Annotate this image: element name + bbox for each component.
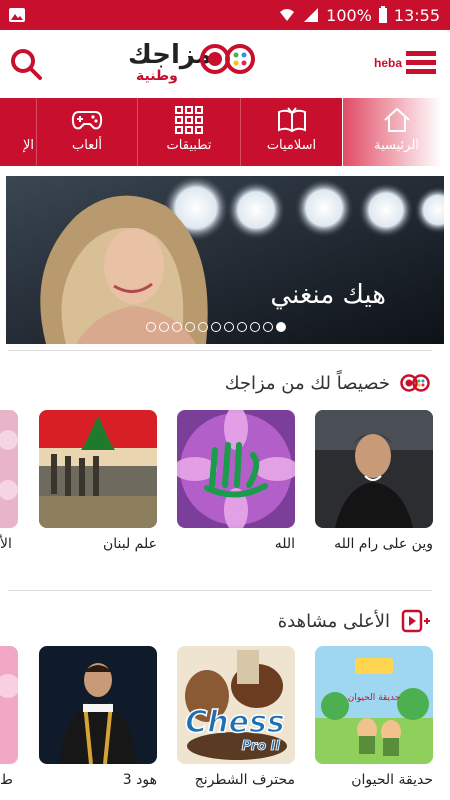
mazajak-logo-icon bbox=[200, 44, 255, 74]
hamburger-menu-icon[interactable] bbox=[406, 50, 436, 76]
card-title: ط bbox=[0, 772, 13, 788]
banner-caption: هيك منغني bbox=[270, 280, 386, 310]
category-nav: الرئيسية اسلاميات تطبيقات ألعاب الإ bbox=[0, 98, 450, 166]
battery-icon bbox=[378, 6, 387, 23]
banner-dot[interactable] bbox=[146, 322, 156, 332]
banner-dot[interactable] bbox=[185, 322, 195, 332]
card-title: محترف الشطرنج bbox=[194, 772, 295, 788]
app-header: مزاجك وطنية heba bbox=[0, 30, 450, 98]
home-icon bbox=[383, 107, 410, 132]
tab-home-label: الرئيسية bbox=[374, 138, 419, 153]
card-thumbnail bbox=[315, 410, 433, 528]
section-title-text: خصيصاً لك من مزاجك bbox=[224, 372, 390, 394]
divider bbox=[8, 590, 432, 591]
divider bbox=[8, 350, 432, 351]
apps-grid-icon bbox=[175, 106, 203, 134]
hero-banner[interactable]: هيك منغني bbox=[6, 176, 444, 344]
card-title: علم لبنان bbox=[102, 536, 157, 552]
card-thumbnail: حديقة الحيوان bbox=[315, 646, 433, 764]
tab-home[interactable]: الرئيسية bbox=[342, 98, 450, 166]
content-card[interactable]: وين على رام الله bbox=[315, 410, 433, 552]
content-card[interactable]: هود 3 bbox=[39, 646, 157, 788]
app-logo[interactable]: مزاجك وطنية bbox=[128, 40, 258, 88]
signal-icon bbox=[304, 8, 319, 22]
gallery-notification-icon bbox=[9, 8, 25, 22]
search-icon[interactable] bbox=[8, 46, 44, 82]
banner-dot[interactable] bbox=[250, 322, 260, 332]
banner-dot[interactable] bbox=[198, 322, 208, 332]
chess-subtitle-text: Pro II bbox=[242, 739, 281, 754]
username-label[interactable]: heba bbox=[374, 56, 402, 70]
clock: 13:55 bbox=[393, 5, 440, 25]
lebanon-flag-image bbox=[39, 410, 157, 528]
banner-pagination bbox=[146, 322, 286, 332]
gamepad-icon bbox=[71, 111, 103, 130]
banner-dot[interactable] bbox=[263, 322, 273, 332]
tab-games-label: ألعاب bbox=[71, 138, 103, 153]
zoo-thumbnail-image: حديقة الحيوان bbox=[315, 646, 433, 764]
content-card[interactable]: الأ bbox=[0, 410, 18, 552]
section-title-for-you: خصيصاً لك من مزاجك bbox=[225, 368, 430, 398]
video-icon bbox=[401, 609, 430, 633]
card-title: هود 3 bbox=[122, 772, 157, 788]
status-bar: 100% 13:55 bbox=[0, 0, 450, 30]
tab-more-label: الإ bbox=[22, 138, 34, 153]
card-thumbnail bbox=[0, 410, 18, 528]
card-title: الأ bbox=[0, 536, 12, 552]
content-card[interactable]: Chess Pro II محترف الشطرنج bbox=[177, 646, 295, 788]
section-title-text: الأعلى مشاهدة bbox=[277, 610, 390, 632]
tab-apps-label: تطبيقات bbox=[166, 138, 212, 153]
tab-islamic[interactable]: اسلاميات bbox=[240, 98, 342, 166]
banner-image bbox=[6, 176, 444, 344]
section-title-most-viewed: الأعلى مشاهدة bbox=[278, 606, 430, 636]
banner-dot[interactable] bbox=[211, 322, 221, 332]
tab-islamic-label: اسلاميات bbox=[266, 138, 317, 153]
tab-more[interactable]: الإ bbox=[0, 98, 36, 166]
reciter-thumbnail-image bbox=[39, 646, 157, 764]
chess-thumbnail-image: Chess Pro II bbox=[177, 646, 295, 764]
banner-dot[interactable] bbox=[159, 322, 169, 332]
banner-dot[interactable] bbox=[172, 322, 182, 332]
content-card[interactable]: علم لبنان bbox=[39, 410, 157, 552]
pink-thumbnail-image bbox=[0, 646, 18, 764]
card-title: وين على رام الله bbox=[334, 536, 433, 552]
card-thumbnail bbox=[177, 410, 295, 528]
battery-level: 100% bbox=[326, 5, 372, 25]
content-card[interactable]: ط bbox=[0, 646, 18, 788]
card-thumbnail bbox=[39, 410, 157, 528]
tab-games[interactable]: ألعاب bbox=[36, 98, 137, 166]
zoo-thumb-text: حديقة الحيوان bbox=[348, 693, 401, 703]
banner-dot[interactable] bbox=[276, 322, 286, 332]
allah-calligraphy-image bbox=[177, 410, 295, 528]
mazajak-icon bbox=[400, 374, 430, 392]
chess-title-text: Chess bbox=[185, 705, 284, 740]
card-thumbnail bbox=[0, 646, 18, 764]
card-thumbnail: Chess Pro II bbox=[177, 646, 295, 764]
tab-apps[interactable]: تطبيقات bbox=[137, 98, 240, 166]
pink-thumbnail-image bbox=[0, 410, 18, 528]
banner-dot[interactable] bbox=[237, 322, 247, 332]
card-title: الله bbox=[274, 536, 295, 552]
card-title: حديقة الحيوان bbox=[351, 772, 433, 788]
content-card[interactable]: حديقة الحيوان حديقة الحيوان bbox=[315, 646, 433, 788]
wifi-icon bbox=[280, 9, 295, 21]
singer-thumbnail-image bbox=[315, 410, 433, 528]
quran-icon bbox=[277, 107, 306, 133]
banner-dot[interactable] bbox=[224, 322, 234, 332]
content-card[interactable]: الله bbox=[177, 410, 295, 552]
card-thumbnail bbox=[39, 646, 157, 764]
logo-sub-text: وطنية bbox=[136, 68, 178, 84]
